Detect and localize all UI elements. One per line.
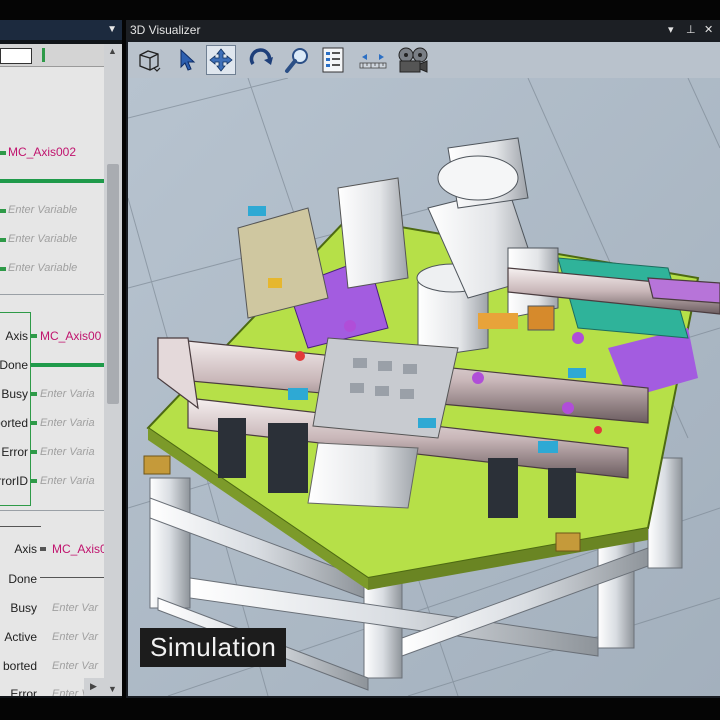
fb-pin-label: Busy: [1, 387, 28, 401]
ladder-mini-toolbar: [0, 44, 104, 67]
properties-icon[interactable]: [318, 45, 348, 75]
simulation-caption: Simulation: [140, 628, 287, 667]
rung-separator: [0, 510, 104, 511]
zoom-icon[interactable]: [282, 45, 312, 75]
dropdown-icon[interactable]: ▾: [668, 23, 674, 36]
close-icon[interactable]: ✕: [704, 23, 713, 36]
fb-pin-label: Done: [0, 358, 28, 372]
variable-input[interactable]: Enter Varia: [40, 475, 95, 487]
variable-input[interactable]: Enter Variable: [8, 262, 77, 274]
rung-pin: [0, 209, 6, 213]
rung-line: [40, 577, 104, 578]
fb-pin-label: borted: [2, 659, 37, 673]
view-cube-icon[interactable]: [134, 45, 164, 75]
rung-line: [0, 179, 104, 183]
scroll-down-icon[interactable]: ▼: [108, 684, 117, 694]
variable-input[interactable]: Enter Varia: [40, 446, 95, 458]
variable-input[interactable]: Enter Varia: [40, 417, 95, 429]
camera-reel-icon[interactable]: [394, 45, 430, 75]
rung-pin: [0, 151, 6, 155]
pan-icon[interactable]: [206, 45, 236, 75]
pin-icon[interactable]: ⊥: [686, 23, 696, 36]
visualizer-toolbar: [128, 42, 720, 78]
fb-pin-label: Axis: [5, 329, 28, 343]
fit-view-icon[interactable]: [358, 45, 388, 75]
fb-pin-label: Error: [10, 687, 37, 696]
rung-pin: [31, 450, 37, 454]
fb-pin-label: Axis: [14, 542, 37, 556]
variable-input[interactable]: Enter Varia: [40, 388, 95, 400]
fb-pin-label: borted: [0, 416, 28, 430]
rung-pin: [0, 238, 6, 242]
rotate-icon[interactable]: [246, 45, 276, 75]
fb-pin-label: Done: [8, 572, 37, 586]
rung-pin: [31, 392, 37, 396]
rung-marker: [42, 48, 45, 62]
variable-input[interactable]: Enter Var: [52, 660, 98, 672]
visualizer-title-bar: 3D Visualizer ▾ ⊥ ✕: [126, 20, 720, 40]
window-title: 3D Visualizer: [130, 23, 201, 37]
select-arrow-icon[interactable]: [172, 45, 202, 75]
axis-variable[interactable]: MC_Axis0: [52, 542, 104, 556]
machine-model[interactable]: [128, 78, 720, 696]
vertical-scrollbar[interactable]: ▲ ▼: [104, 44, 122, 696]
rung-pin: [40, 547, 46, 551]
rung-separator: [0, 294, 104, 295]
variable-input[interactable]: Enter Variable: [8, 233, 77, 245]
rung-pin: [0, 267, 6, 271]
rung-pin: [31, 421, 37, 425]
scroll-right-button[interactable]: ▶: [84, 678, 104, 696]
chevron-down-icon[interactable]: ▼: [107, 24, 117, 35]
ladder-input-box[interactable]: [0, 48, 32, 64]
rung-pin: [31, 479, 37, 483]
axis-variable[interactable]: MC_Axis002: [8, 145, 76, 159]
variable-input[interactable]: Enter Variable: [8, 204, 77, 216]
variable-input[interactable]: Enter Var: [52, 631, 98, 643]
axis-variable[interactable]: MC_Axis00: [40, 329, 101, 343]
ladder-editor-pane: ▼ MC_Axis002 Enter Variable Enter Variab…: [0, 20, 122, 698]
rung-pin: [31, 334, 37, 338]
ladder-pane-header: ▼: [0, 20, 122, 40]
ladder-canvas[interactable]: MC_Axis002 Enter Variable Enter Variable…: [0, 44, 104, 696]
variable-input[interactable]: Enter Var: [52, 602, 98, 614]
3d-scene-viewport[interactable]: Simulation: [128, 78, 720, 696]
scrollbar-thumb[interactable]: [107, 164, 119, 404]
fb-pin-label: Error: [1, 445, 28, 459]
fb-pin-label: rrorID: [0, 474, 28, 488]
fb-pin-label: Active: [4, 630, 37, 644]
visualizer-pane: 3D Visualizer ▾ ⊥ ✕ Simulation: [126, 20, 720, 698]
scroll-up-icon[interactable]: ▲: [108, 46, 117, 56]
scroll-right-icon[interactable]: ▶: [90, 681, 97, 692]
fb-pin-label: Busy: [10, 601, 37, 615]
rung-line: [31, 363, 104, 367]
